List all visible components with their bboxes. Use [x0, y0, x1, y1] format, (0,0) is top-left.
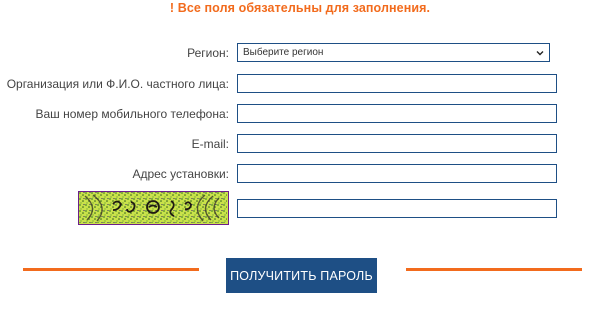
captcha-input[interactable]: [237, 199, 557, 218]
chevron-down-icon: [536, 50, 544, 55]
region-row: Регион: Выберите регион: [0, 43, 600, 65]
address-label: Адрес установки:: [132, 167, 229, 181]
captcha-noise: [79, 192, 227, 223]
phone-row: Ваш номер мобильного телефона:: [0, 103, 600, 125]
region-select-value: Выберите регион: [243, 47, 324, 58]
organization-row: Организация или Ф.И.О. частного лица:: [0, 73, 600, 95]
left-divider: [23, 268, 199, 271]
region-select[interactable]: Выберите регион: [237, 43, 550, 62]
email-label: E-mail:: [191, 137, 229, 151]
registration-page: ! Все поля обязательны для заполнения. Р…: [0, 0, 600, 310]
address-row: Адрес установки:: [0, 163, 600, 185]
right-divider: [406, 268, 582, 271]
organization-label: Организация или Ф.И.О. частного лица:: [6, 77, 229, 91]
phone-input[interactable]: [237, 104, 557, 123]
get-password-button[interactable]: ПОЛУЧИТИТЬ ПАРОЛЬ: [226, 258, 377, 293]
organization-input[interactable]: [237, 74, 557, 93]
email-row: E-mail:: [0, 133, 600, 155]
email-input[interactable]: [237, 134, 557, 153]
captcha-image: [78, 191, 229, 225]
required-fields-notice: ! Все поля обязательны для заполнения.: [169, 1, 431, 15]
phone-label: Ваш номер мобильного телефона:: [35, 107, 229, 121]
address-input[interactable]: [237, 164, 557, 183]
region-label: Регион:: [187, 46, 229, 60]
